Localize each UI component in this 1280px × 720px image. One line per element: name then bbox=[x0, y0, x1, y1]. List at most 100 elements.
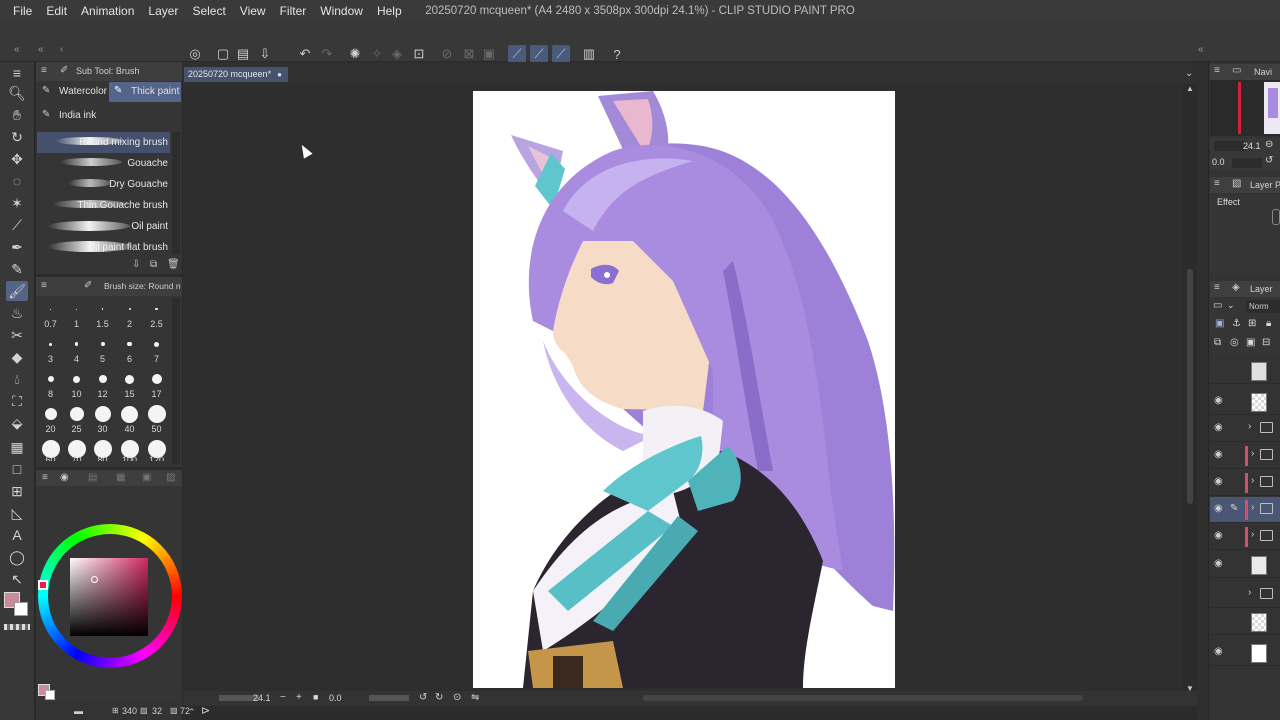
eye-icon[interactable]: ◉ bbox=[1214, 503, 1223, 514]
brush-size-scrollbar[interactable] bbox=[172, 298, 180, 464]
decoration-icon[interactable]: ✂ bbox=[6, 325, 28, 345]
color-slider-tab-icon[interactable]: ▤ bbox=[88, 472, 97, 483]
frame-icon[interactable]: ⊞ bbox=[6, 481, 28, 501]
zoom-out-icon[interactable]: − bbox=[280, 692, 286, 703]
history-sub-color[interactable] bbox=[45, 690, 55, 700]
menu-animation[interactable]: Animation bbox=[74, 0, 141, 22]
crop-icon[interactable]: ⊡ bbox=[410, 45, 428, 63]
sub-color-swatch[interactable] bbox=[14, 602, 28, 616]
brush-size-dot[interactable] bbox=[127, 341, 132, 347]
eye-icon[interactable]: ◉ bbox=[1214, 558, 1223, 569]
menu-icon-layer[interactable]: ≡ bbox=[1214, 282, 1220, 293]
zoom-value[interactable]: 24.1 bbox=[253, 693, 271, 703]
mask-icon[interactable]: ▣ bbox=[1246, 337, 1255, 348]
intermediate-color-icon[interactable]: ▣ bbox=[142, 472, 151, 483]
brush-size-dot[interactable] bbox=[154, 341, 159, 347]
brush-size-dot[interactable] bbox=[151, 374, 162, 384]
chevron-right-icon[interactable]: › bbox=[1251, 529, 1254, 540]
ref-icon[interactable]: ⚓︎ bbox=[1232, 318, 1241, 329]
angle-value[interactable]: 0.0 bbox=[329, 693, 342, 703]
collapse-right-icon[interactable]: « bbox=[1198, 44, 1204, 55]
layer-row[interactable] bbox=[1210, 609, 1280, 635]
collapse-left-icon-2[interactable]: « bbox=[38, 44, 44, 55]
eraser-icon[interactable]: ◆ bbox=[6, 347, 28, 367]
menu-icon-layer-prop[interactable]: ≡ bbox=[1214, 178, 1220, 189]
help-bubble-icon[interactable]: ? bbox=[608, 45, 626, 63]
menu-icon-brushsize[interactable]: ≡ bbox=[41, 280, 47, 291]
layer-row-paper[interactable]: ◉ bbox=[1210, 640, 1280, 666]
eye-icon[interactable]: ◉ bbox=[1214, 449, 1223, 460]
menu-filter[interactable]: Filter bbox=[273, 0, 314, 22]
nav-angle-slider[interactable] bbox=[1232, 158, 1262, 168]
nav-zoom-value[interactable]: 24.1 bbox=[1243, 141, 1261, 151]
eye-icon[interactable]: ◉ bbox=[1214, 476, 1223, 487]
brush-size-dot[interactable] bbox=[44, 408, 57, 420]
canvas-vertical-scrollbar[interactable] bbox=[1183, 84, 1197, 691]
menu-help[interactable]: Help bbox=[370, 0, 409, 22]
correct-line-icon[interactable]: ⟋ bbox=[508, 45, 526, 63]
brush-size-dot[interactable] bbox=[76, 308, 77, 310]
right-collapse-strip[interactable] bbox=[1197, 62, 1209, 720]
menu-view[interactable]: View bbox=[233, 0, 273, 22]
gradient-icon[interactable]: ▦ bbox=[6, 437, 28, 457]
layer-row[interactable]: ◉ bbox=[1210, 389, 1280, 415]
pen-icon[interactable]: ✒︎ bbox=[6, 237, 28, 257]
eye-icon[interactable]: ◉ bbox=[1214, 422, 1223, 433]
chevron-right-icon[interactable]: › bbox=[1251, 475, 1254, 486]
nav-angle-value[interactable]: 0.0 bbox=[1212, 157, 1225, 167]
brush-size-dot[interactable] bbox=[47, 376, 54, 382]
effect-toggle[interactable] bbox=[1272, 209, 1280, 225]
snap-line-icon[interactable]: ⟋ bbox=[552, 45, 570, 63]
airbrush-icon[interactable]: ♨ bbox=[6, 303, 28, 323]
vscroll-thumb[interactable] bbox=[1187, 269, 1193, 504]
layer-color-icon[interactable]: ▭ bbox=[1213, 300, 1222, 311]
reset-rotate-icon[interactable]: ⊙ bbox=[453, 692, 461, 703]
brush-size-dot[interactable] bbox=[49, 342, 52, 346]
rotate-left-icon[interactable]: ↺ bbox=[419, 692, 427, 703]
fit-icon[interactable]: ■ bbox=[313, 692, 318, 702]
transfer-icon[interactable]: ⊟ bbox=[1262, 337, 1270, 348]
magic-wand-icon[interactable]: ✶ bbox=[6, 193, 28, 213]
brush-size-dot[interactable] bbox=[94, 406, 111, 422]
new-raster-icon[interactable]: ⧉ bbox=[1214, 337, 1221, 348]
select-all-icon[interactable]: ▣ bbox=[480, 45, 498, 63]
vector-line-icon[interactable]: ⟋ bbox=[530, 45, 548, 63]
app-icon[interactable]: ◎ bbox=[186, 45, 204, 63]
layer-row[interactable]: ◉ bbox=[1210, 552, 1280, 578]
eye-icon[interactable]: ◉ bbox=[1214, 395, 1223, 406]
menu-edit[interactable]: Edit bbox=[39, 0, 74, 22]
chevron-down-icon[interactable]: ⌄ bbox=[1185, 68, 1193, 79]
pencil-icon[interactable]: ✎ bbox=[6, 259, 28, 279]
close-tab-icon[interactable]: ● bbox=[277, 70, 282, 79]
menu-file[interactable]: File bbox=[6, 0, 39, 22]
brush-size-dot[interactable] bbox=[121, 405, 138, 423]
text-icon[interactable]: A bbox=[6, 525, 28, 545]
hscroll-thumb[interactable] bbox=[643, 695, 1083, 701]
angle-slider-track[interactable] bbox=[369, 695, 409, 701]
rotate-right-icon[interactable]: ↻ bbox=[435, 692, 443, 703]
brush-size-dot[interactable] bbox=[125, 374, 134, 384]
layer-folder-row[interactable]: › bbox=[1210, 582, 1280, 608]
undo-icon[interactable]: ↶ bbox=[296, 45, 314, 63]
balloon-icon[interactable]: ◯ bbox=[6, 547, 28, 567]
brush-icon[interactable]: 🖌︎ bbox=[6, 281, 28, 301]
correct-line-tool-icon[interactable]: ↖ bbox=[6, 569, 28, 589]
brush-size-dot[interactable] bbox=[100, 342, 105, 346]
menu-window[interactable]: Window bbox=[313, 0, 370, 22]
canvas-paper[interactable] bbox=[473, 91, 895, 688]
blend-mode-select[interactable]: Norm bbox=[1246, 300, 1280, 313]
nav-zoom-out-icon[interactable]: ⊖ bbox=[1265, 139, 1273, 150]
new-file-icon[interactable]: ▢ bbox=[214, 45, 232, 63]
bucket-icon[interactable]: ⬙ bbox=[6, 413, 28, 433]
loading-icon[interactable]: ✺ bbox=[346, 45, 364, 63]
subtool-scrollbar[interactable] bbox=[172, 132, 180, 254]
menu-select[interactable]: Select bbox=[185, 0, 232, 22]
menu-icon-navigator[interactable]: ≡ bbox=[1214, 65, 1220, 76]
layer-folder-row[interactable]: ◉ › bbox=[1210, 524, 1280, 550]
chevron-left-icon[interactable]: ‹ bbox=[60, 44, 63, 55]
clear-outside-icon[interactable]: ⊠ bbox=[460, 45, 478, 63]
brush-size-dot[interactable] bbox=[128, 308, 131, 310]
color-picker-handle[interactable] bbox=[91, 576, 98, 583]
clear-icon[interactable]: ⊘ bbox=[438, 45, 456, 63]
transparent-color-icon[interactable] bbox=[4, 624, 30, 630]
